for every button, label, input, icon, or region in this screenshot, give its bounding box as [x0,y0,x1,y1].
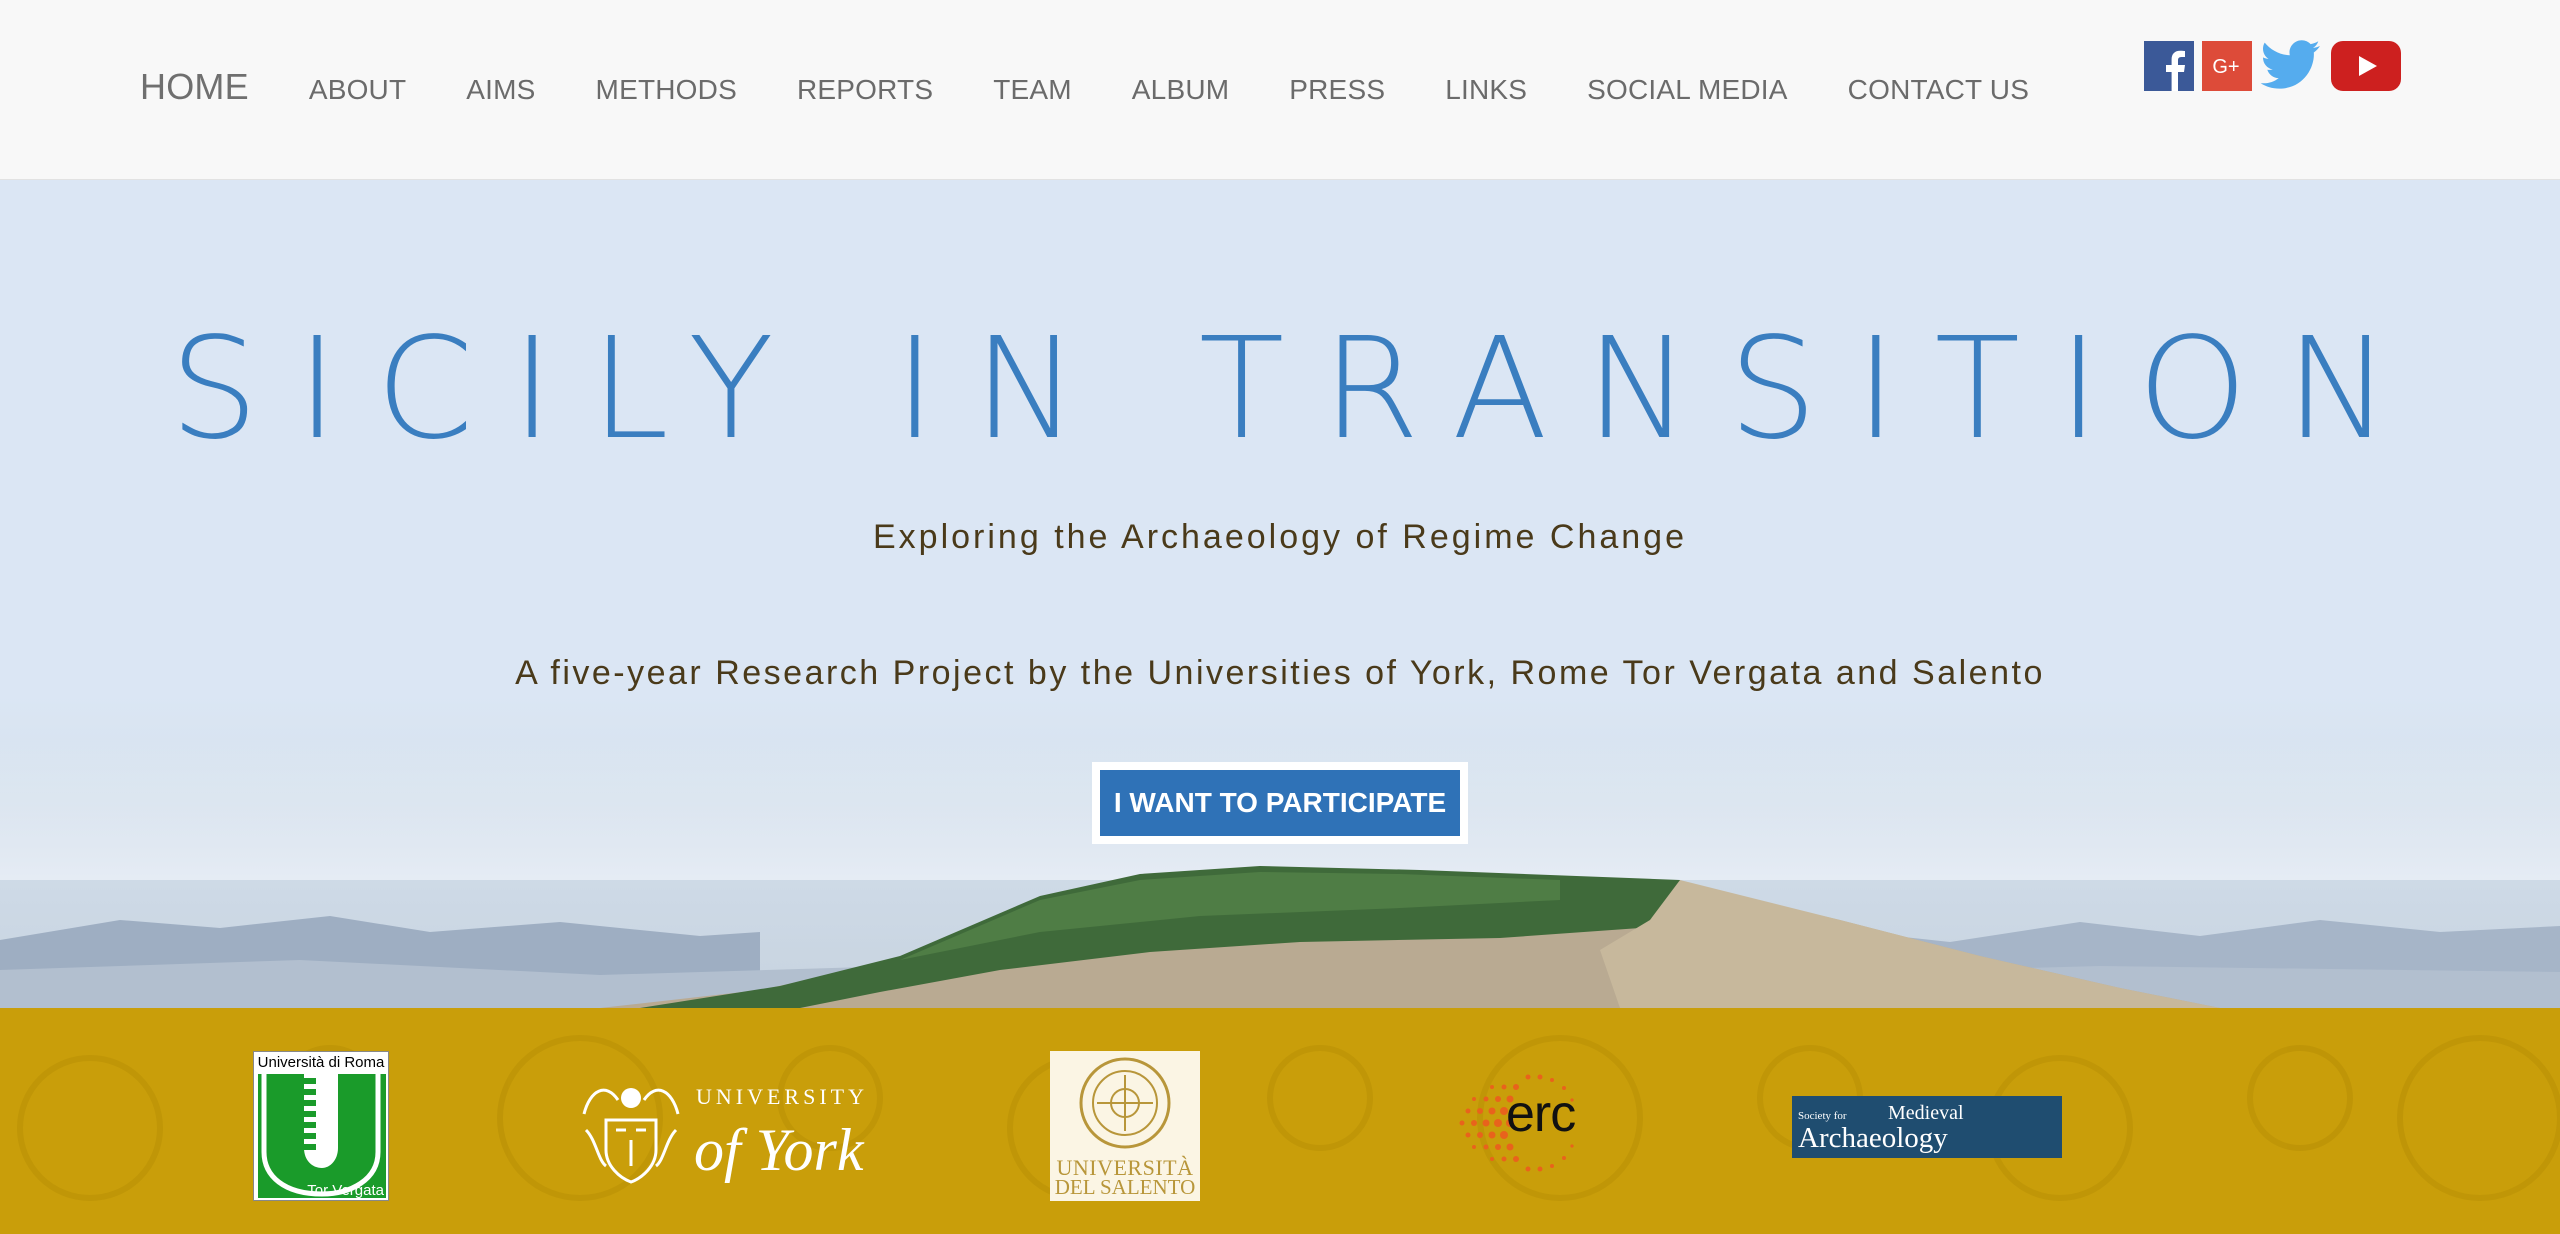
social-links: G+ [2144,40,2410,92]
partner-logos-strip: Università di Roma Tor Vergata UNIVERSIT… [0,1008,2560,1234]
tor-vergata-logo[interactable]: Università di Roma Tor Vergata [253,1051,389,1201]
society-medieval-archaeology-logo[interactable]: Society for Medieval Archaeology [1792,1096,2062,1158]
facebook-icon[interactable] [2144,41,2194,91]
erc-logo[interactable]: erc [1450,1060,1600,1186]
nav-album[interactable]: ALBUM [1132,74,1229,106]
participate-button[interactable]: I WANT TO PARTICIPATE [1100,770,1460,836]
salento-seal-icon [1079,1057,1171,1149]
site-header: HOME ABOUT AIMS METHODS REPORTS TEAM ALB… [0,0,2560,180]
sma-society-for: Society for [1798,1110,1847,1122]
hero-landscape-image [0,740,2560,1008]
site-title: SICILY IN TRANSITION [169,308,2429,471]
nav-aims[interactable]: AIMS [466,74,535,106]
nav-about[interactable]: ABOUT [309,74,406,106]
university-of-york-logo[interactable]: UNIVERSITY of York [576,1070,876,1194]
york-university-word: UNIVERSITY [696,1084,868,1109]
svg-text:G+: G+ [2212,56,2239,78]
nav-contact-us[interactable]: CONTACT US [1848,74,2029,106]
youtube-icon[interactable] [2330,40,2402,92]
twitter-icon[interactable] [2260,40,2322,92]
salento-name-line2: DEL SALENTO [1054,1175,1196,1199]
nav-team[interactable]: TEAM [993,74,1072,106]
main-nav: HOME ABOUT AIMS METHODS REPORTS TEAM ALB… [140,66,2089,108]
tor-vergata-subname: Tor Vergata [307,1182,384,1199]
hero-section: SICILY IN TRANSITION Exploring the Archa… [0,180,2560,1008]
nav-home[interactable]: HOME [140,66,249,108]
universita-del-salento-logo[interactable]: UNIVERSITÀ DEL SALENTO [1050,1051,1200,1201]
nav-methods[interactable]: METHODS [596,74,737,106]
nav-social-media[interactable]: SOCIAL MEDIA [1587,74,1788,106]
google-plus-icon[interactable]: G+ [2202,41,2252,91]
participate-button-frame: I WANT TO PARTICIPATE [1092,762,1468,844]
nav-links[interactable]: LINKS [1445,74,1527,106]
erc-wordmark: erc [1506,1085,1576,1143]
nav-press[interactable]: PRESS [1289,74,1385,106]
york-crest-icon [582,1088,680,1184]
nav-reports[interactable]: REPORTS [797,74,933,106]
project-description: A five-year Research Project by the Univ… [515,654,2045,692]
sma-archaeology: Archaeology [1798,1122,1948,1154]
york-name: of York [694,1117,864,1183]
site-subtitle: Exploring the Archaeology of Regime Chan… [873,518,1687,556]
tor-vergata-emblem [258,1074,386,1198]
